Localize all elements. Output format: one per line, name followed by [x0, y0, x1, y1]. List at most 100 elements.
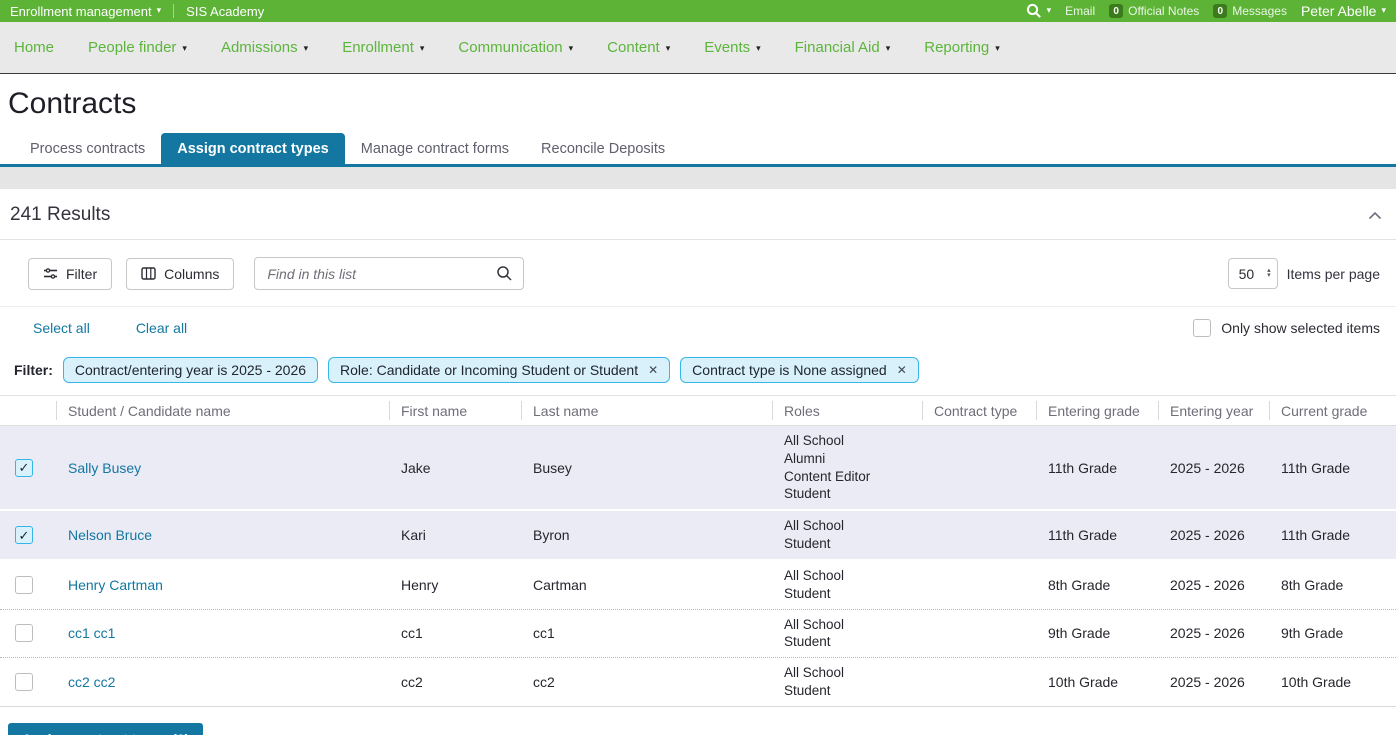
filters-label: Filter: [14, 362, 53, 378]
table-row: ✓ Nelson Bruce Kari Byron All School Stu… [0, 511, 1396, 561]
app-switcher-menu[interactable]: Enrollment management ▾ [10, 4, 161, 19]
nav-item-enrollment[interactable]: Enrollment ▾ [342, 39, 424, 56]
email-link[interactable]: Email [1065, 4, 1095, 18]
student-name-link[interactable]: Henry Cartman [68, 577, 163, 593]
messages-count-badge: 0 [1213, 4, 1227, 18]
caret-down-icon: ▾ [304, 43, 309, 54]
filter-chip-entering-year[interactable]: Contract/entering year is 2025 - 2026 [63, 357, 318, 383]
global-search-button[interactable]: ▾ [1026, 3, 1052, 19]
filter-lines-icon [43, 268, 58, 280]
remove-filter-icon[interactable]: ✕ [897, 363, 907, 377]
top-app-bar: Enrollment management ▾ SIS Academy ▾ Em… [0, 0, 1396, 22]
header-roles: Roles [772, 396, 922, 425]
school-name: SIS Academy [186, 4, 264, 19]
only-show-selected-checkbox[interactable]: ✓ [1193, 319, 1211, 337]
user-name: Peter Abelle [1301, 3, 1377, 19]
cell-entering-year: 2025 - 2026 [1158, 571, 1269, 599]
cell-contract-type [922, 462, 1036, 474]
table-header-row: Student / Candidate name First name Last… [0, 396, 1396, 426]
tab-assign-contract-types[interactable]: Assign contract types [161, 133, 345, 164]
table-row: ✓ cc2 cc2 cc2 cc2 All School Student 10t… [0, 658, 1396, 707]
tab-reconcile-deposits[interactable]: Reconcile Deposits [525, 133, 681, 164]
nav-item-communication[interactable]: Communication ▾ [458, 39, 573, 56]
cell-roles: All School Student [772, 610, 922, 658]
cell-roles: All School Student [772, 658, 922, 706]
student-name-link[interactable]: cc1 cc1 [68, 625, 115, 641]
row-checkbox[interactable]: ✓ [15, 576, 33, 594]
cell-entering-year: 2025 - 2026 [1158, 668, 1269, 696]
section-spacer [0, 167, 1396, 189]
list-toolbar: Filter Columns 50 ▴ ▾ Items per page [0, 240, 1396, 307]
list-search [254, 257, 524, 290]
student-name-link[interactable]: Nelson Bruce [68, 527, 152, 543]
check-icon: ✓ [19, 461, 30, 474]
assign-contract-types-button[interactable]: Assign contract types (2) [8, 723, 203, 735]
app-switcher-label: Enrollment management [10, 4, 152, 19]
caret-down-icon: ▾ [157, 5, 162, 16]
cell-roles: All School Student [772, 511, 922, 559]
official-notes-link[interactable]: 0 Official Notes [1109, 4, 1199, 18]
collapse-results-button[interactable] [1368, 211, 1382, 220]
header-first-name: First name [389, 396, 521, 425]
cell-contract-type [922, 529, 1036, 541]
official-notes-count-badge: 0 [1109, 4, 1123, 18]
student-name-link[interactable]: cc2 cc2 [68, 674, 115, 690]
only-show-selected-label: Only show selected items [1221, 320, 1380, 336]
caret-down-icon: ▾ [182, 43, 187, 54]
caret-down-icon: ▾ [756, 43, 761, 54]
caret-down-icon: ▾ [420, 43, 425, 54]
topbar-divider [173, 4, 174, 18]
cell-current-grade: 8th Grade [1269, 571, 1396, 599]
table-row: ✓ Henry Cartman Henry Cartman All School… [0, 561, 1396, 610]
remove-filter-icon[interactable]: ✕ [648, 363, 658, 377]
nav-item-content[interactable]: Content ▾ [607, 39, 670, 56]
search-icon[interactable] [496, 265, 513, 282]
caret-down-icon: ▾ [1047, 5, 1052, 16]
row-checkbox[interactable]: ✓ [15, 673, 33, 691]
cell-last-name: Byron [521, 521, 772, 549]
filter-chip-contract-type[interactable]: Contract type is None assigned ✕ [680, 357, 919, 383]
nav-item-reporting[interactable]: Reporting ▾ [924, 39, 1000, 56]
filter-button[interactable]: Filter [28, 258, 112, 290]
tab-manage-contract-forms[interactable]: Manage contract forms [345, 133, 525, 164]
nav-item-home[interactable]: Home [14, 39, 54, 56]
clear-all-link[interactable]: Clear all [136, 320, 187, 336]
cell-current-grade: 10th Grade [1269, 668, 1396, 696]
items-per-page-label: Items per page [1287, 266, 1380, 282]
student-name-link[interactable]: Sally Busey [68, 460, 141, 476]
items-per-page-select[interactable]: 50 ▴ ▾ [1228, 258, 1278, 289]
nav-item-admissions[interactable]: Admissions ▾ [221, 39, 308, 56]
contracts-tabs: Process contracts Assign contract types … [0, 133, 1396, 167]
tab-process-contracts[interactable]: Process contracts [14, 133, 161, 164]
caret-down-icon: ▾ [886, 43, 891, 54]
columns-icon [141, 267, 156, 280]
spinner-arrows-icon: ▴ ▾ [1267, 269, 1271, 278]
caret-down-icon: ▾ [995, 43, 1000, 54]
header-contract-type: Contract type [922, 396, 1036, 425]
nav-item-financial-aid[interactable]: Financial Aid ▾ [795, 39, 891, 56]
select-all-link[interactable]: Select all [33, 320, 90, 336]
nav-item-events[interactable]: Events ▾ [704, 39, 760, 56]
messages-link[interactable]: 0 Messages [1213, 4, 1287, 18]
nav-item-people-finder[interactable]: People finder ▾ [88, 39, 187, 56]
cell-first-name: cc2 [389, 668, 521, 696]
header-entering-grade: Entering grade [1036, 396, 1158, 425]
cell-first-name: Jake [389, 454, 521, 482]
search-input[interactable] [267, 266, 496, 282]
cell-contract-type [922, 676, 1036, 688]
row-checkbox[interactable]: ✓ [15, 526, 33, 544]
cell-entering-year: 2025 - 2026 [1158, 521, 1269, 549]
cell-entering-grade: 10th Grade [1036, 668, 1158, 696]
cell-entering-grade: 11th Grade [1036, 454, 1158, 482]
cell-entering-year: 2025 - 2026 [1158, 619, 1269, 647]
cell-roles: All School Alumni Content Editor Student [772, 426, 922, 509]
results-header: 241 Results [0, 189, 1396, 240]
row-checkbox[interactable]: ✓ [15, 459, 33, 477]
user-menu[interactable]: Peter Abelle ▾ [1301, 3, 1386, 19]
cell-entering-grade: 9th Grade [1036, 619, 1158, 647]
cell-first-name: Henry [389, 571, 521, 599]
table-row: ✓ Sally Busey Jake Busey All School Alum… [0, 426, 1396, 511]
filter-chip-role[interactable]: Role: Candidate or Incoming Student or S… [328, 357, 670, 383]
row-checkbox[interactable]: ✓ [15, 624, 33, 642]
columns-button[interactable]: Columns [126, 258, 234, 290]
